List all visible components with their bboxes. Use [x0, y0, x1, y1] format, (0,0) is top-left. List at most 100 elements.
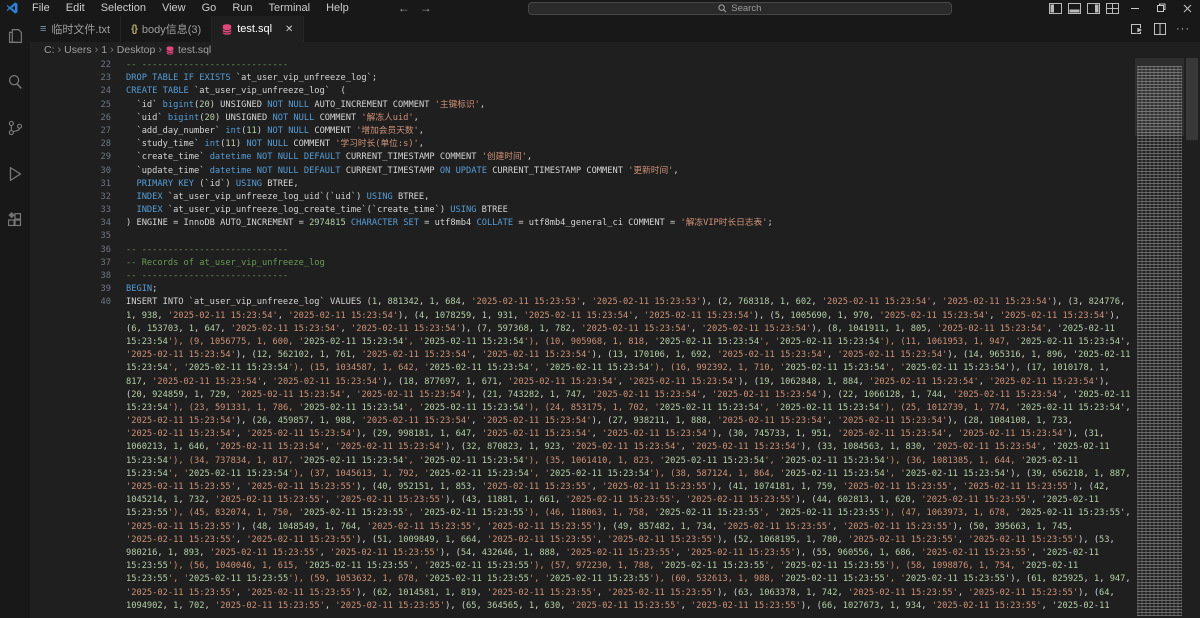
tab-label: test.sql: [237, 23, 273, 35]
maximize-button[interactable]: [1150, 1, 1172, 16]
line-text: (6, 153703, 1, 647, '2025-02-11 15:23:54…: [126, 323, 1115, 334]
code-line: '2025-02-11 15:23:54'), (26, 459857, 1, …: [30, 415, 1135, 428]
breadcrumb-item-C:[interactable]: C:: [44, 44, 55, 56]
vertical-scrollbar[interactable]: [1184, 58, 1200, 618]
line-text: CREATE TABLE `at_user_vip_unfreeze_log` …: [126, 86, 346, 97]
line-number: [30, 573, 126, 586]
code-line: 30 `update_time` datetime NOT NULL DEFAU…: [30, 165, 1135, 178]
menu-go[interactable]: Go: [195, 0, 224, 16]
toggle-panel-icon[interactable]: [1067, 2, 1082, 15]
line-text: 15:23:54', '2025-02-11 15:23:54'), (15, …: [126, 363, 1110, 374]
breadcrumb-separator: ›: [158, 44, 162, 56]
tab-test.sql[interactable]: test.sql ✕: [212, 16, 305, 42]
line-text: -- Records of at_user_vip_unfreeze_log: [126, 257, 325, 268]
tab-label: 临时文件.txt: [51, 24, 111, 36]
code-line: 1045214, 1, 732, '2025-02-11 15:23:55', …: [30, 494, 1135, 507]
breadcrumb-item-test.sql[interactable]: test.sql: [178, 44, 211, 56]
more-actions-icon[interactable]: ···: [1176, 23, 1190, 35]
line-text: BEGIN;: [126, 284, 158, 295]
toggle-primary-sidebar-icon[interactable]: [1048, 2, 1063, 15]
run-query-icon[interactable]: [1131, 23, 1144, 35]
source-control-icon[interactable]: [5, 118, 25, 138]
line-text: -- ----------------------------: [126, 244, 289, 255]
breadcrumb-item-1[interactable]: 1: [101, 44, 107, 56]
line-text: INSERT INTO `at_user_vip_unfreeze_log` V…: [126, 297, 1126, 308]
line-number: 34: [100, 218, 111, 229]
line-number: 32: [100, 191, 111, 202]
minimize-button[interactable]: [1124, 1, 1146, 16]
line-text: `update_time` datetime NOT NULL DEFAULT …: [126, 165, 679, 176]
nav-forward-icon[interactable]: →: [420, 1, 432, 15]
line-number: 25: [100, 99, 111, 110]
line-number: 22: [100, 60, 111, 70]
line-number: [30, 441, 126, 454]
json-icon: {}: [131, 24, 138, 35]
breadcrumb-item-Desktop[interactable]: Desktop: [117, 44, 156, 56]
line-text: '2025-02-11 15:23:55'), (48, 1048549, 1,…: [126, 521, 1073, 532]
tab-label: body信息(3): [141, 24, 202, 36]
line-number: [30, 507, 126, 520]
line-number: [30, 468, 126, 481]
breadcrumb-item-Users[interactable]: Users: [64, 44, 91, 56]
menu-run[interactable]: Run: [225, 0, 259, 16]
extensions-icon[interactable]: [5, 210, 25, 230]
code-line: 15:23:55'), (56, 1040046, 1, 615, '2025-…: [30, 560, 1135, 573]
search-sidebar-icon[interactable]: [5, 72, 25, 92]
toggle-secondary-sidebar-icon[interactable]: [1086, 2, 1101, 15]
line-text: 15:23:54'), (34, 737834, 1, 817, '2025-0…: [126, 455, 1079, 466]
scrollbar-thumb[interactable]: [1186, 58, 1198, 140]
command-center-search[interactable]: Search: [527, 1, 952, 15]
code-line: 37 -- Records of at_user_vip_unfreeze_log: [30, 257, 1135, 270]
line-text: '2025-02-11 15:23:54'), (26, 459857, 1, …: [126, 416, 1073, 427]
editor-pane[interactable]: 22 -- ---------------------------- 23 DROP …: [30, 58, 1200, 618]
menu-view[interactable]: View: [155, 0, 193, 16]
activity-bar: [0, 16, 30, 618]
run-debug-icon[interactable]: [5, 164, 25, 184]
menu-selection[interactable]: Selection: [94, 0, 153, 16]
line-text: '2025-02-11 15:23:55', '2025-02-11 15:23…: [126, 587, 1115, 598]
minimap-slider[interactable]: [1135, 58, 1184, 136]
code-line: 1, 938, '2025-02-11 15:23:54', '2025-02-…: [30, 310, 1135, 323]
code-line: 34 ) ENGINE = InnoDB AUTO_INCREMENT = 297…: [30, 217, 1135, 230]
line-number: [30, 362, 126, 375]
line-number: [30, 428, 126, 441]
database-icon: [222, 23, 232, 35]
line-number: 37: [100, 257, 111, 268]
line-text: DROP TABLE IF EXISTS `at_user_vip_unfree…: [126, 73, 378, 84]
tab-body信息(3)[interactable]: {} body信息(3): [121, 16, 213, 42]
close-window-button[interactable]: [1176, 1, 1198, 16]
explorer-icon[interactable]: [5, 26, 25, 46]
breadcrumb-separator: ›: [94, 44, 99, 56]
minimap[interactable]: [1135, 58, 1184, 618]
line-number: [30, 323, 126, 336]
code-line: 40 INSERT INTO `at_user_vip_unfreeze_log`…: [30, 296, 1135, 309]
line-text: ) ENGINE = InnoDB AUTO_INCREMENT = 29748…: [126, 218, 773, 229]
line-number: 36: [100, 244, 111, 255]
line-number: 24: [100, 86, 111, 97]
code-line: 24 CREATE TABLE `at_user_vip_unfreeze_log…: [30, 85, 1135, 98]
menu-file[interactable]: File: [25, 0, 57, 16]
menu-terminal[interactable]: Terminal: [262, 0, 318, 16]
code-area[interactable]: 22 -- ---------------------------- 23 DROP …: [30, 59, 1135, 618]
line-number: [30, 481, 126, 494]
line-text: 15:23:55', '2025-02-11 15:23:55'), (59, …: [126, 574, 1131, 585]
close-tab-icon[interactable]: ✕: [285, 24, 293, 35]
line-number: [30, 349, 126, 362]
code-line: '2025-02-11 15:23:55', '2025-02-11 15:23…: [30, 481, 1135, 494]
line-text: INDEX `at_user_vip_unfreeze_log_uid`(`ui…: [136, 191, 430, 202]
code-line: 38 -- ----------------------------: [30, 270, 1135, 283]
menu-edit[interactable]: Edit: [59, 0, 92, 16]
line-number: 31: [100, 178, 111, 189]
menu-help[interactable]: Help: [319, 0, 356, 16]
line-text: 1094902, 1, 702, '2025-02-11 15:23:55', …: [126, 600, 1110, 611]
line-text: 980216, 1, 893, '2025-02-11 15:23:55', '…: [126, 547, 1100, 558]
nav-back-icon[interactable]: ←: [398, 1, 410, 15]
line-text: 15:23:54'), (23, 591331, 1, 786, '2025-0…: [126, 402, 1131, 413]
line-number: [30, 534, 126, 547]
text-file-icon: ≡: [40, 23, 47, 35]
code-line: (6, 153703, 1, 647, '2025-02-11 15:23:54…: [30, 323, 1135, 336]
customize-layout-icon[interactable]: [1105, 2, 1120, 15]
split-editor-icon[interactable]: [1154, 23, 1166, 35]
line-number: [30, 376, 126, 389]
tab-临时文件.txt[interactable]: ≡ 临时文件.txt: [30, 16, 122, 42]
